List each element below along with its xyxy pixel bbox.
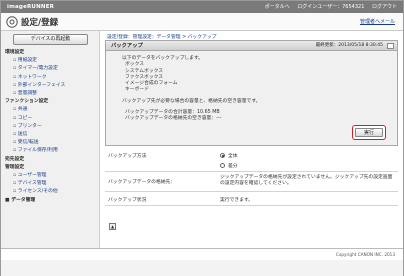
sidebar-item-interface[interactable]: 外部インターフェイス [5, 82, 99, 90]
footer: Copyright CANON INC. 2013 [1, 248, 403, 260]
top-links: ポータルへ ログインユーザー：7654321 ログアウト [259, 1, 397, 13]
radio-diff-label: 差分 [228, 164, 238, 169]
backup-panel: バックアップ 最終更新：2013/05/18 8:30:45 以下のデータをバッ… [105, 40, 398, 146]
sidebar-menu: 環境設定 用紙設定 タイマー/電力設定 ネットワーク 外部インターフェイス 音量… [5, 49, 99, 205]
backup-status-row: バックアップ状況 実行できます。 [105, 192, 398, 206]
backup-location-label: バックアップデータの格納先： [108, 180, 176, 185]
sidebar-item-copy[interactable]: コピー [5, 115, 99, 123]
radio-full[interactable]: 全体 [220, 152, 396, 160]
page-title: 設定/登録 [21, 18, 59, 28]
top-bar: imageRUNNER ポータルへ ログインユーザー：7654321 ログアウト [1, 1, 403, 13]
sidebar-item-paper[interactable]: 用紙設定 [5, 57, 99, 65]
portal-link[interactable]: ポータルへ [265, 4, 290, 10]
logout-link[interactable]: ログアウト [372, 4, 397, 10]
sidebar-heading-function[interactable]: ファンクション設定 [5, 98, 99, 106]
backup-status-value: 実行できます。 [220, 198, 254, 203]
sidebar-item-receive[interactable]: 受信/転送 [5, 139, 99, 147]
backup-status-label: バックアップ状況 [108, 198, 147, 203]
sidebar-heading-destination[interactable]: 宛先設定 [5, 156, 99, 164]
sidebar-item-network[interactable]: ネットワーク [5, 74, 99, 82]
page-header: 設定/登録 管理者へメール [1, 13, 403, 31]
sidebar-item-data-management[interactable]: データ管理 [5, 197, 99, 205]
radio-full-label: 全体 [228, 154, 238, 159]
sidebar-item-timer[interactable]: タイマー/電力設定 [5, 65, 99, 73]
sidebar-heading-management[interactable]: 管理設定 [5, 164, 99, 172]
backup-method-row: バックアップ方法 全体 差分 [105, 149, 398, 172]
browser-frame: imageRUNNER ポータルへ ログインユーザー：7654321 ログアウト… [0, 0, 404, 276]
sidebar-item-volume[interactable]: 音量調整 [5, 90, 99, 98]
copyright: Copyright CANON INC. 2013 [335, 252, 395, 257]
page-top-icon[interactable]: ▲ [109, 223, 116, 230]
panel-body: 以下のデータをバックアップします。 ボックス システムボックス ファクスボックス… [106, 51, 397, 123]
sidebar-item-printer[interactable]: プリンター [5, 123, 99, 131]
login-user-label: ログインユーザー：7654321 [297, 4, 365, 10]
backup-location-value: ジックアップデータの格納先が設定されていません。ジックアップ先の設定画面の設定内… [220, 175, 393, 187]
mail-admin-link[interactable]: 管理者へメール [360, 18, 395, 25]
breadcrumb[interactable]: 設定/登録：管理設定：データ管理 > バックアップ [107, 33, 216, 40]
sidebar-item-license[interactable]: ライセンス/その他 [5, 188, 99, 196]
sidebar-item-common[interactable]: 共通 [5, 106, 99, 114]
backup-method-options: 全体 差分 [220, 152, 396, 170]
free-space: バックアップデータの格納先の空き容量：--- [125, 116, 222, 122]
radio-diff[interactable]: 差分 [220, 162, 396, 170]
sidebar-item-send[interactable]: 送信 [5, 131, 99, 139]
sidebar-item-device-management[interactable]: デバイス管理 [5, 180, 99, 188]
backup-location-row: バックアップデータの格納先： ジックアップデータの格納先が設定されていません。ジ… [105, 172, 398, 192]
panel-header: バックアップ 最終更新：2013/05/18 8:30:45 [106, 41, 397, 51]
run-button[interactable]: 実行 [355, 128, 383, 137]
radio-full-icon[interactable] [220, 153, 225, 158]
product-logo: imageRUNNER [7, 4, 55, 10]
sidebar-item-user-management[interactable]: ユーザー管理 [5, 172, 99, 180]
run-button-highlight: 実行 [352, 125, 386, 140]
bottom-bar [1, 260, 403, 276]
sidebar: デバイスの再起動 環境設定 用紙設定 タイマー/電力設定 ネットワーク 外部イン… [1, 31, 100, 248]
sidebar-item-file[interactable]: ファイル保存/利用 [5, 147, 99, 155]
radio-diff-icon[interactable] [220, 163, 225, 168]
panel-title: バックアップ [111, 43, 143, 49]
last-updated: 最終更新：2013/05/18 8:30:45 [315, 43, 383, 48]
backup-settings-form: バックアップ方法 全体 差分 バックアップデータの格納先： ジックアップデータの… [105, 149, 398, 206]
backup-method-label: バックアップ方法 [108, 154, 147, 159]
sidebar-heading-preferences[interactable]: 環境設定 [5, 49, 99, 57]
settings-gear-icon [6, 16, 18, 28]
refresh-icon[interactable] [387, 43, 394, 49]
main-content: 設定/登録：管理設定：データ管理 > バックアップ バックアップ 最終更新：20… [101, 31, 403, 248]
restart-device-button[interactable]: デバイスの再起動 [13, 34, 88, 45]
